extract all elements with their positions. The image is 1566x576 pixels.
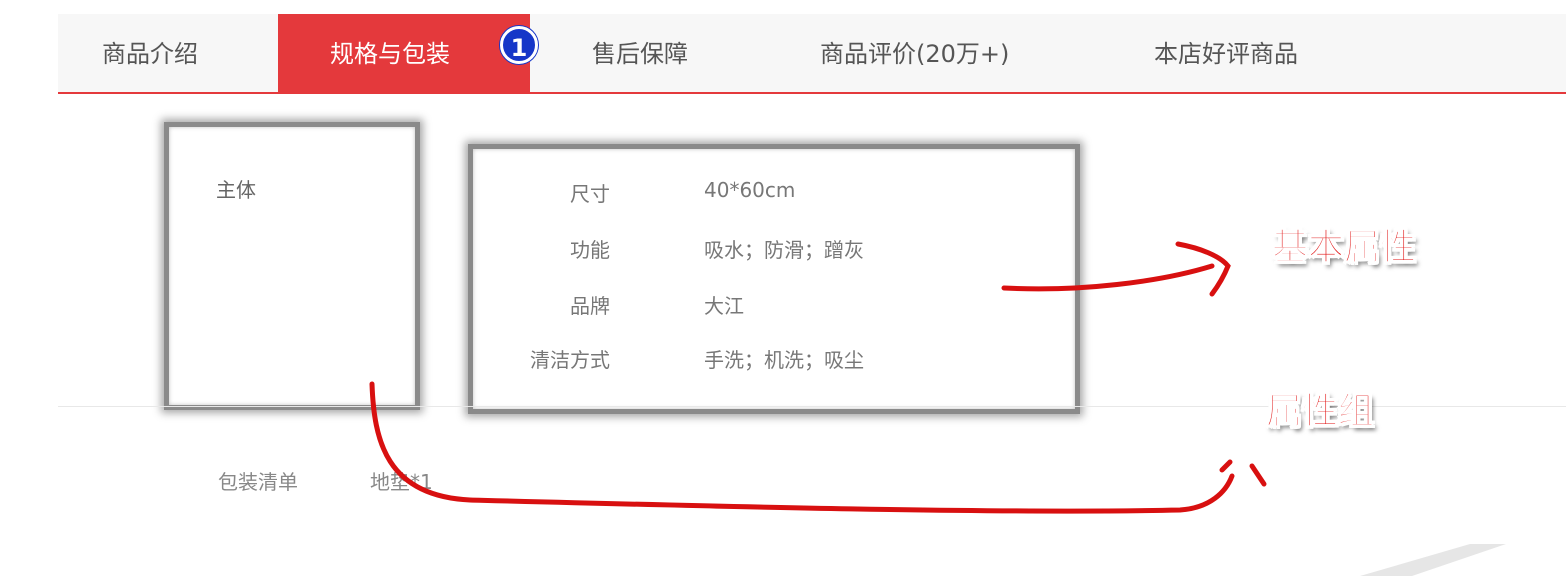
corner-decoration — [1360, 544, 1506, 576]
arrow-to-attribute-group — [369, 381, 1235, 514]
annotation-overlay — [369, 241, 1506, 576]
annotation-basic-attributes: 基本属性 — [1271, 227, 1417, 269]
annotation-attribute-group: 属性组 — [1265, 391, 1375, 433]
arrow-to-basic-attributes — [1001, 263, 1215, 292]
